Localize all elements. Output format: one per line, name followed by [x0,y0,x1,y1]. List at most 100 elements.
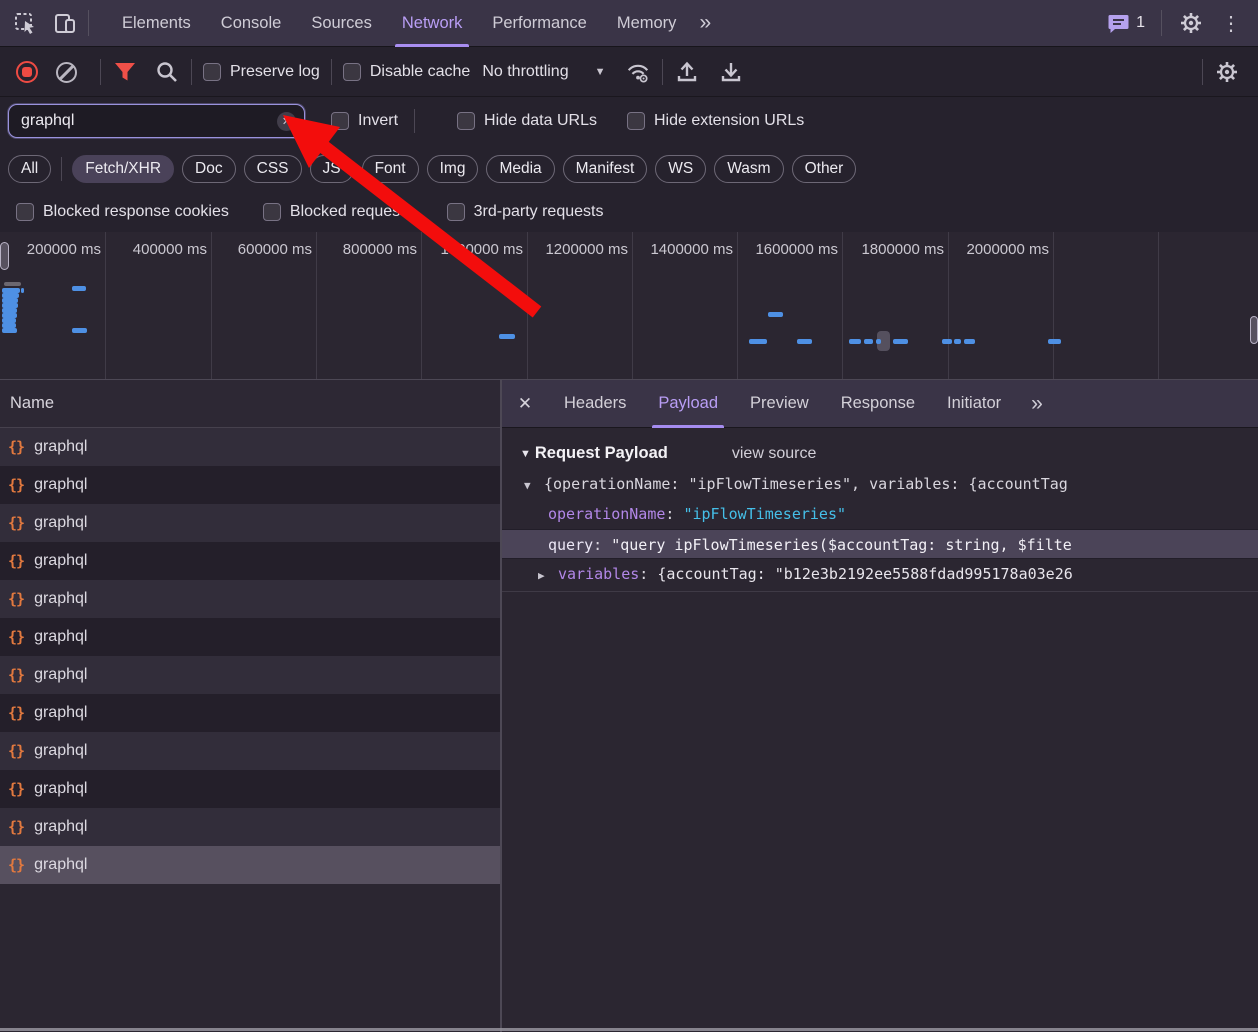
checkbox-label: Blocked requests [290,203,413,221]
chip-font[interactable]: Font [362,155,419,183]
device-toolbar-icon[interactable] [52,10,78,36]
3rd-party-requests-checkbox[interactable] [447,203,465,221]
divider [191,59,192,85]
timeline-tick-label: 1000000 ms [413,241,523,258]
name-column-header[interactable]: Name [0,380,500,428]
close-details-icon[interactable]: ✕ [502,394,548,414]
json-braces-icon: {} [8,476,24,494]
divider [331,59,332,85]
blocked-requests-checkbox[interactable] [263,203,281,221]
invert-checkbox-group[interactable]: Invert [331,112,398,130]
resource-type-filter-chips: All Fetch/XHR Doc CSS JS Font ImgMedia Manifest… [0,145,1258,192]
json-braces-icon: {} [8,818,24,836]
payload-entry-query[interactable]: query: "query ipFlowTimeseries($accountT… [502,529,1258,559]
chip-fetch-xhr[interactable]: Fetch/XHR [72,155,174,183]
request-row[interactable]: {}graphql [0,504,500,542]
network-conditions-icon[interactable] [625,59,651,85]
network-overview-timeline[interactable]: 200000 ms400000 ms600000 ms800000 ms1000… [0,232,1258,380]
request-row[interactable]: {}graphql [0,732,500,770]
hide-data-urls-group[interactable]: Hide data URLs [457,112,597,130]
preserve-log-checkbox-group[interactable]: Preserve log [203,63,320,81]
settings-gear-icon[interactable] [1178,10,1204,36]
payload-entry-variables[interactable]: ▶variables: {accountTag: "b12e3b2192ee55… [502,559,1258,589]
chip-media[interactable]: Media [486,155,554,183]
view-source-link[interactable]: view source [732,445,816,463]
request-row[interactable]: {}graphql [0,846,500,884]
export-har-icon[interactable] [718,59,744,85]
request-name: graphql [34,780,87,798]
details-tab-preview[interactable]: Preview [734,380,825,428]
request-row[interactable]: {}graphql [0,428,500,466]
chip-img[interactable]: Img [427,155,479,183]
network-filter-input-box[interactable]: ✕ [8,104,305,138]
request-row[interactable]: {}graphql [0,694,500,732]
request-name: graphql [34,742,87,760]
clear-filter-icon[interactable]: ✕ [277,112,296,131]
blocked-requests-group[interactable]: Blocked requests [263,203,413,221]
throttling-select[interactable]: No throttling ▼ [482,63,605,81]
chip-css[interactable]: CSS [244,155,302,183]
chip-js[interactable]: JS [310,155,354,183]
hide-extension-urls-checkbox[interactable] [627,112,645,130]
payload-key: variables [558,565,639,583]
more-details-tabs-icon[interactable]: » [1023,392,1049,416]
console-messages-indicator[interactable]: 1 [1108,14,1145,33]
timeline-tick-label: 1600000 ms [728,241,838,258]
blocked-response-cookies-group[interactable]: Blocked response cookies [16,203,229,221]
requests-panel: Name {}graphql{}graphql{}graphql{}graphq… [0,380,500,1032]
request-row[interactable]: {}graphql [0,656,500,694]
request-row[interactable]: {}graphql [0,580,500,618]
details-tab-payload[interactable]: Payload [642,380,734,428]
more-tabs-icon[interactable]: » [691,11,717,35]
tab-console[interactable]: Console [206,0,297,47]
record-network-log-button[interactable] [16,61,38,83]
payload-entry-operationName[interactable]: operationName: "ipFlowTimeseries" [502,499,1258,529]
chip-all[interactable]: All [8,155,51,183]
payload-value: "query ipFlowTimeseries($accountTag: str… [611,536,1072,554]
chip-manifest[interactable]: Manifest [563,155,648,183]
filter-input[interactable] [21,112,277,130]
collapse-triangle-icon: ▼ [520,448,531,460]
request-payload-section-header[interactable]: ▼ Request Payload view source [502,428,1258,469]
tab-memory[interactable]: Memory [602,0,692,47]
import-har-icon[interactable] [674,59,700,85]
payload-root-preview[interactable]: ▼{operationName: "ipFlowTimeseries", var… [502,469,1258,499]
tab-sources[interactable]: Sources [296,0,387,47]
tab-network[interactable]: Network [387,0,478,47]
timeline-request-bar [2,328,17,333]
tab-performance[interactable]: Performance [477,0,601,47]
disable-cache-checkbox[interactable] [343,63,361,81]
request-row[interactable]: {}graphql [0,466,500,504]
chip-doc[interactable]: Doc [182,155,236,183]
throttling-value: No throttling [482,63,568,81]
overview-right-handle[interactable] [1250,316,1258,344]
chip-ws[interactable]: WS [655,155,706,183]
details-tab-headers[interactable]: Headers [548,380,642,428]
timeline-request-bar [72,328,87,333]
request-row[interactable]: {}graphql [0,542,500,580]
clear-network-log-icon[interactable] [56,62,77,83]
kebab-menu-icon[interactable]: ⋮ [1218,10,1244,36]
hide-extension-urls-group[interactable]: Hide extension URLs [627,112,804,130]
request-row[interactable]: {}graphql [0,770,500,808]
request-name: graphql [34,590,87,608]
disable-cache-checkbox-group[interactable]: Disable cache [343,63,471,81]
tab-elements[interactable]: Elements [107,0,206,47]
chip-wasm[interactable]: Wasm [714,155,783,183]
timeline-request-bar [768,312,783,317]
hide-data-urls-checkbox[interactable] [457,112,475,130]
details-tab-initiator[interactable]: Initiator [931,380,1017,428]
invert-checkbox[interactable] [331,112,349,130]
details-tab-response[interactable]: Response [825,380,931,428]
filter-funnel-icon[interactable] [112,59,138,85]
preserve-log-checkbox[interactable] [203,63,221,81]
network-settings-gear-icon[interactable] [1214,59,1240,85]
request-row[interactable]: {}graphql [0,618,500,656]
inspect-element-icon[interactable] [12,10,38,36]
chip-other[interactable]: Other [792,155,857,183]
search-icon[interactable] [154,59,180,85]
blocked-response-cookies-checkbox[interactable] [16,203,34,221]
section-title: Request Payload [535,444,668,463]
request-row[interactable]: {}graphql [0,808,500,846]
3rd-party-requests-group[interactable]: 3rd-party requests [447,203,604,221]
